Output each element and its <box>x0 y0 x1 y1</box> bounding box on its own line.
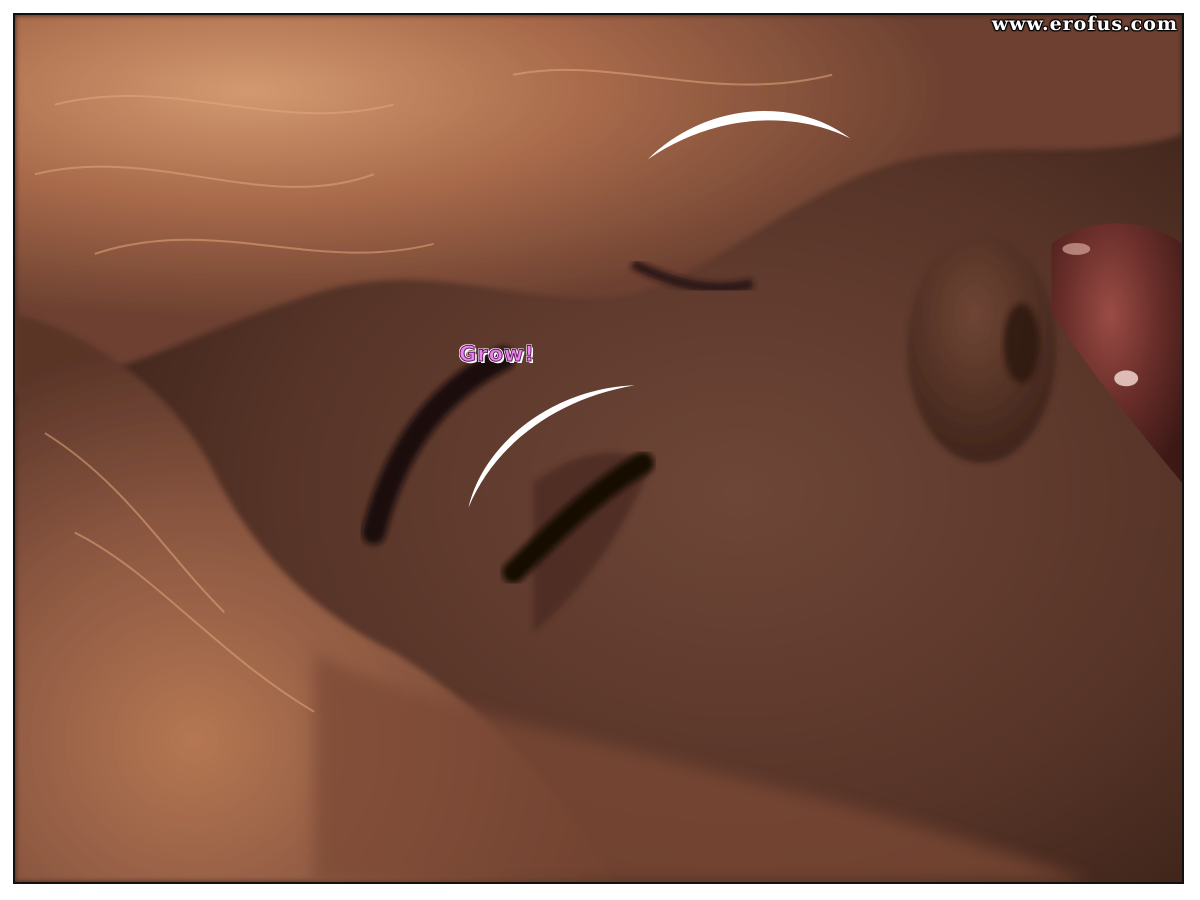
nostril <box>1003 303 1040 384</box>
sound-effect-text: Grow! <box>459 342 535 367</box>
site-watermark: www.erofus.com <box>991 13 1178 35</box>
lip-highlight <box>1114 370 1139 387</box>
comic-panel: Grow! <box>13 13 1184 884</box>
scene-illustration <box>15 15 1182 882</box>
lip-highlight-2 <box>1062 242 1091 255</box>
comic-page: Grow! www.erofus.com <box>0 0 1200 900</box>
